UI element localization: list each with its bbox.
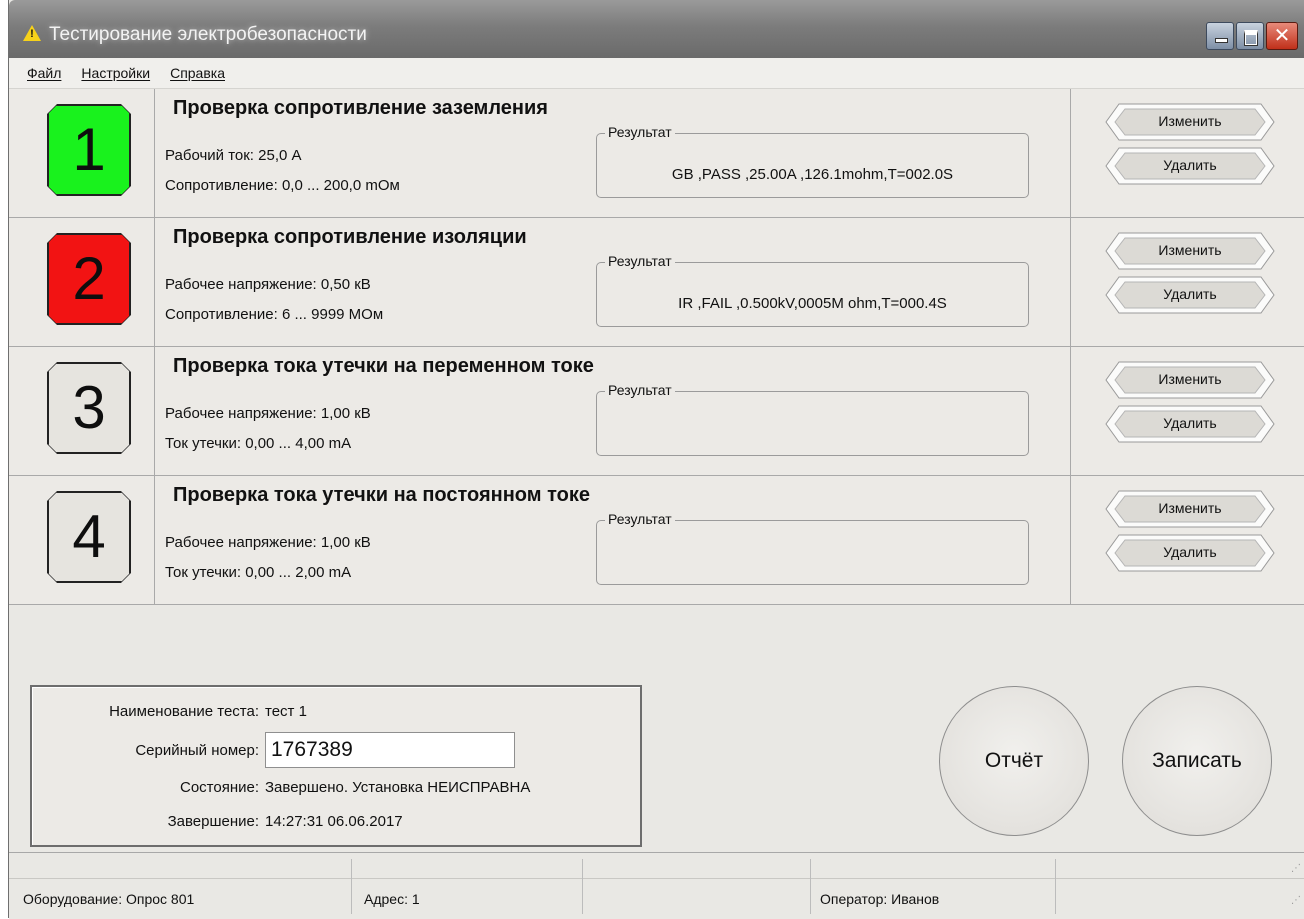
delete-button[interactable]: Удалить [1105, 405, 1275, 443]
test-status-indicator: 2 [47, 233, 131, 325]
status-operator: Оператор: Иванов [820, 891, 940, 907]
test-list: 1 Проверка сопротивление заземления Рабо… [9, 89, 1304, 605]
delete-button-label: Удалить [1163, 157, 1217, 173]
test-actions: Изменить Удалить [1070, 89, 1304, 217]
menu-help[interactable]: Справка [170, 65, 225, 81]
status-separator [810, 859, 811, 914]
delete-button-label: Удалить [1163, 286, 1217, 302]
window-controls: ✕ [1206, 22, 1298, 50]
status-bar: Оборудование: Опрос 801 Адрес: 1 Операто… [9, 852, 1304, 919]
test-actions: Изменить Удалить [1070, 218, 1304, 346]
test-row-4: 4 Проверка тока утечки на постоянном ток… [9, 476, 1304, 605]
test-status-indicator: 3 [47, 362, 131, 454]
main-window: ! Тестирование электробезопасности ✕ Фай… [8, 0, 1304, 919]
result-value: IR ,FAIL ,0.500kV,0005M ohm,T=000.4S [678, 295, 947, 312]
test-row-3: 3 Проверка тока утечки на переменном ток… [9, 347, 1304, 476]
delete-button-label: Удалить [1163, 544, 1217, 560]
edit-button[interactable]: Изменить [1105, 232, 1275, 270]
result-group: Результат [596, 511, 1029, 585]
edit-button-label: Изменить [1158, 242, 1222, 258]
result-label: Результат [605, 253, 675, 269]
test-title: Проверка тока утечки на постоянном токе [173, 484, 590, 506]
test-name-label: Наименование теста: [109, 703, 259, 720]
test-actions: Изменить Удалить [1070, 347, 1304, 475]
resize-grip-icon[interactable]: ⋰ [1291, 895, 1302, 906]
status-equipment: Оборудование: Опрос 801 [23, 891, 195, 907]
test-number-badge: 3 [48, 363, 130, 453]
edit-button-label: Изменить [1158, 371, 1222, 387]
test-info-panel: Наименование теста: тест 1 Серийный номе… [30, 685, 642, 847]
delete-button[interactable]: Удалить [1105, 147, 1275, 185]
test-param-1: Рабочее напряжение: 1,00 кВ [165, 405, 371, 422]
window-title: Тестирование электробезопасности [49, 24, 367, 45]
result-label: Результат [605, 511, 675, 527]
close-icon: ✕ [1273, 25, 1291, 47]
test-param-1: Рабочее напряжение: 1,00 кВ [165, 534, 371, 551]
delete-button-label: Удалить [1163, 415, 1217, 431]
result-group: Результат GB ,PASS ,25.00A ,126.1mohm,T=… [596, 124, 1029, 198]
menu-file[interactable]: Файл [27, 65, 61, 81]
test-param-2: Ток утечки: 0,00 ... 4,00 mA [165, 435, 352, 452]
state-value: Завершено. Установка НЕИСПРАВНА [265, 779, 531, 796]
warning-icon-mark: ! [30, 28, 34, 40]
test-param-1: Рабочее напряжение: 0,50 кВ [165, 276, 371, 293]
edit-button[interactable]: Изменить [1105, 361, 1275, 399]
test-title: Проверка сопротивление заземления [173, 97, 548, 119]
test-param-2: Сопротивление: 0,0 ... 200,0 mОм [165, 177, 400, 194]
resize-grip-icon[interactable]: ⋰ [1291, 863, 1302, 874]
save-button[interactable]: Записать [1122, 686, 1272, 836]
close-button[interactable]: ✕ [1266, 22, 1298, 50]
test-number-cell: 4 [9, 476, 155, 604]
test-status-indicator: 4 [47, 491, 131, 583]
maximize-button[interactable] [1236, 22, 1264, 50]
test-row-2: 2 Проверка сопротивление изоляции Рабоче… [9, 218, 1304, 347]
test-status-indicator: 1 [47, 104, 131, 196]
test-number-badge: 4 [48, 492, 130, 582]
test-param-2: Ток утечки: 0,00 ... 2,00 mA [165, 564, 352, 581]
edit-button-label: Изменить [1158, 113, 1222, 129]
test-name-value: тест 1 [265, 703, 307, 720]
delete-button[interactable]: Удалить [1105, 534, 1275, 572]
result-group: Результат IR ,FAIL ,0.500kV,0005M ohm,T=… [596, 253, 1029, 327]
result-value: GB ,PASS ,25.00A ,126.1mohm,T=002.0S [671, 166, 954, 183]
test-param-2: Сопротивление: 6 ... 9999 MОм [165, 306, 384, 323]
test-number-badge: 2 [48, 234, 130, 324]
minimize-button[interactable] [1206, 22, 1234, 50]
test-number-cell: 2 [9, 218, 155, 346]
finish-value: 14:27:31 06.06.2017 [265, 813, 403, 830]
serial-input[interactable]: 1767389 [265, 732, 515, 768]
status-separator [1055, 859, 1056, 914]
report-button[interactable]: Отчёт [939, 686, 1089, 836]
delete-button[interactable]: Удалить [1105, 276, 1275, 314]
serial-label: Серийный номер: [135, 742, 259, 759]
test-number-badge: 1 [48, 105, 130, 195]
test-param-1: Рабочий ток: 25,0 A [165, 147, 302, 164]
result-label: Результат [605, 382, 675, 398]
status-address: Адрес: 1 [364, 891, 420, 907]
test-row-1: 1 Проверка сопротивление заземления Рабо… [9, 89, 1304, 218]
maximize-icon [1244, 30, 1258, 46]
menu-settings[interactable]: Настройки [81, 65, 150, 81]
edit-button-label: Изменить [1158, 500, 1222, 516]
result-label: Результат [605, 124, 675, 140]
title-bar[interactable]: ! Тестирование электробезопасности ✕ [9, 0, 1304, 58]
finish-label: Завершение: [167, 813, 259, 830]
status-bar-upper [9, 853, 1304, 879]
menu-bar: Файл Настройки Справка [9, 58, 1304, 89]
state-label: Состояние: [179, 779, 259, 796]
test-number-cell: 1 [9, 89, 155, 217]
test-number-cell: 3 [9, 347, 155, 475]
edit-button[interactable]: Изменить [1105, 103, 1275, 141]
test-title: Проверка тока утечки на переменном токе [173, 355, 594, 377]
test-title: Проверка сопротивление изоляции [173, 226, 527, 248]
edit-button[interactable]: Изменить [1105, 490, 1275, 528]
test-actions: Изменить Удалить [1070, 476, 1304, 604]
result-group: Результат [596, 382, 1029, 456]
status-separator [351, 859, 352, 914]
status-separator [582, 859, 583, 914]
minimize-icon [1215, 38, 1228, 43]
